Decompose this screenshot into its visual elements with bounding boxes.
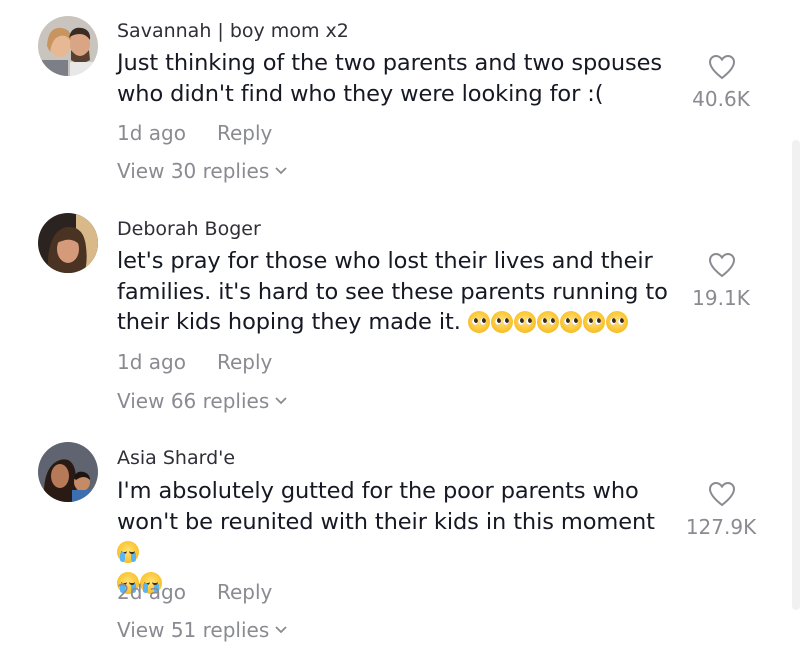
comment-text-line-with-emojis: won't be reunited with their kids in thi… (117, 507, 677, 568)
comment-timestamp: 1d ago (117, 121, 186, 145)
avatar[interactable] (38, 442, 98, 502)
heart-outline-icon[interactable] (707, 251, 737, 279)
comment-meta: 1d ago Reply (117, 350, 272, 374)
emoji-line (117, 568, 677, 599)
avatar[interactable] (38, 16, 98, 76)
comment-username[interactable]: Savannah | boy mom x2 (117, 20, 349, 42)
reply-button[interactable]: Reply (217, 580, 272, 604)
view-replies-button[interactable]: View 66 replies (117, 389, 287, 413)
comment-text-line: Just thinking of the two parents and two… (117, 50, 662, 76)
comment-username[interactable]: Deborah Boger (117, 218, 261, 240)
chevron-down-icon (275, 166, 287, 174)
reply-button[interactable]: Reply (217, 350, 272, 374)
pleading-face-emoji (582, 311, 605, 333)
heart-outline-icon[interactable] (707, 480, 737, 508)
scrollbar[interactable] (792, 140, 800, 610)
heart-outline-icon[interactable] (707, 53, 737, 81)
comment-text-line: who didn't find who they were looking fo… (117, 80, 604, 107)
loudly-crying-face-emoji (117, 541, 139, 563)
comment-text-line: families. it's hard to see these parents… (117, 278, 668, 305)
avatar[interactable] (38, 213, 98, 273)
view-replies-label: View 30 replies (117, 159, 270, 183)
like-count: 40.6K (692, 87, 750, 111)
comment-username[interactable]: Asia Shard'e (117, 447, 235, 469)
comment-text-line: I'm absolutely gutted for the poor paren… (117, 478, 639, 504)
pleading-face-emoji (467, 311, 490, 333)
view-replies-button[interactable]: View 30 replies (117, 159, 287, 183)
like-count: 127.9K (685, 515, 757, 539)
chevron-down-icon (275, 625, 287, 633)
comment-text-line-with-emojis: their kids hoping they made it. (117, 307, 677, 338)
pleading-face-emoji (559, 311, 582, 333)
pleading-face-emoji (536, 311, 559, 333)
comment-text: let's pray for those who lost their live… (117, 246, 677, 338)
comment-text: I'm absolutely gutted for the poor paren… (117, 476, 677, 598)
like-count: 19.1K (692, 286, 750, 310)
comment-meta: 2d ago Reply (117, 580, 272, 604)
comment-timestamp: 1d ago (117, 350, 186, 374)
reply-button[interactable]: Reply (217, 121, 272, 145)
comment-text: Just thinking of the two parents and two… (117, 48, 677, 109)
pleading-face-emoji (490, 311, 513, 333)
view-replies-label: View 66 replies (117, 389, 270, 413)
comment-meta: 1d ago Reply (117, 121, 272, 145)
comment-text-line: won't be reunited with their kids in thi… (117, 508, 655, 535)
view-replies-label: View 51 replies (117, 618, 270, 642)
pleading-face-emoji (605, 311, 628, 333)
view-replies-button[interactable]: View 51 replies (117, 618, 287, 642)
chevron-down-icon (275, 396, 287, 404)
comment-text-line: let's pray for those who lost their live… (117, 248, 653, 274)
pleading-face-emoji (513, 311, 536, 333)
comment-timestamp: 2d ago (117, 580, 186, 604)
comment-text-line: their kids hoping they made it. (117, 309, 461, 335)
